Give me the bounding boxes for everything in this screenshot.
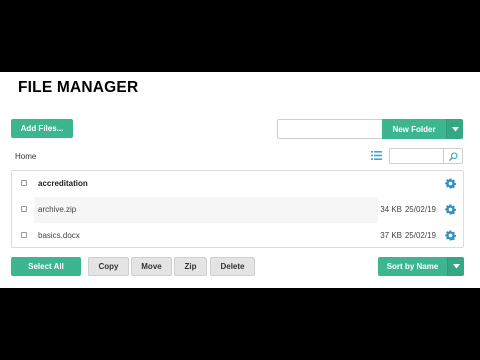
select-all-button[interactable]: Select All [11, 257, 81, 276]
row-hover-highlight [34, 197, 378, 223]
breadcrumb[interactable]: Home [15, 152, 36, 161]
gear-icon[interactable] [445, 204, 456, 215]
file-name[interactable]: archive.zip [38, 205, 76, 214]
file-name[interactable]: basics.docx [38, 231, 80, 240]
new-folder-button[interactable]: New Folder [382, 119, 446, 139]
sort-dropdown-button[interactable] [447, 257, 464, 276]
file-size: 34 KB [380, 205, 402, 214]
delete-button[interactable]: Delete [210, 257, 255, 276]
file-date: 25/02/19 [404, 205, 436, 214]
chevron-down-icon [451, 126, 459, 131]
file-name[interactable]: accreditation [38, 179, 88, 188]
gear-icon[interactable] [445, 178, 456, 189]
add-files-button[interactable]: Add Files... [11, 119, 73, 138]
search-button[interactable] [444, 148, 463, 164]
move-button[interactable]: Move [131, 257, 172, 276]
file-list: accreditation archive.zip 34 KB 25/02/19… [11, 170, 464, 248]
file-date: 25/02/19 [404, 231, 436, 240]
copy-button[interactable]: Copy [88, 257, 129, 276]
search-icon [448, 151, 458, 161]
new-folder-name-input[interactable] [277, 119, 383, 139]
zip-button[interactable]: Zip [174, 257, 207, 276]
chevron-down-icon [452, 264, 460, 269]
file-size: 37 KB [380, 231, 402, 240]
search-input[interactable] [389, 148, 444, 164]
gear-icon[interactable] [445, 230, 456, 241]
list-item[interactable]: accreditation [12, 171, 463, 197]
list-item[interactable]: archive.zip 34 KB 25/02/19 [12, 197, 463, 223]
row-checkbox[interactable] [21, 180, 27, 186]
row-checkbox[interactable] [21, 232, 27, 238]
row-checkbox[interactable] [21, 206, 27, 212]
new-folder-dropdown-button[interactable] [446, 119, 463, 139]
sort-by-name-button[interactable]: Sort by Name [378, 257, 447, 276]
list-item[interactable]: basics.docx 37 KB 25/02/19 [12, 223, 463, 249]
list-view-icon[interactable] [371, 151, 382, 160]
page-title: FILE MANAGER [18, 79, 139, 96]
